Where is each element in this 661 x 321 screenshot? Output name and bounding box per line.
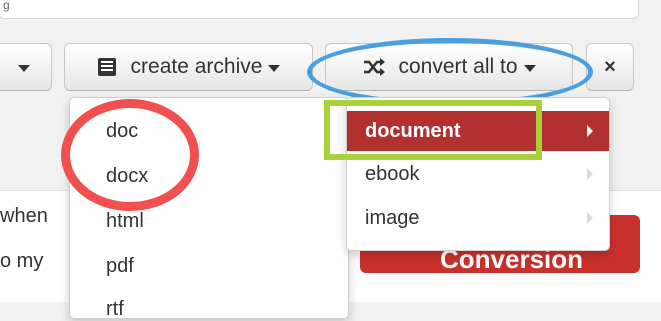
left-dropdown-button[interactable]: [0, 43, 52, 91]
top-input-text: g: [3, 0, 11, 12]
archive-icon: [97, 58, 116, 76]
format-item-rtf[interactable]: rtf: [106, 298, 124, 321]
side-text-line-2: o my: [0, 250, 44, 272]
close-icon: ×: [604, 55, 616, 78]
format-item-html[interactable]: html: [106, 210, 144, 233]
top-input-area[interactable]: g: [0, 0, 639, 19]
chevron-down-icon: [268, 64, 281, 72]
format-item-pdf[interactable]: pdf: [106, 255, 134, 278]
highlight-ellipse-blue: [307, 38, 593, 106]
category-item-label: ebook: [365, 162, 420, 185]
chevron-right-icon: [587, 212, 593, 224]
highlight-box-green: [324, 100, 542, 160]
category-item-ebook[interactable]: ebook: [347, 154, 609, 194]
chevron-right-icon: [587, 125, 593, 137]
category-item-image[interactable]: image: [347, 198, 609, 238]
create-archive-button[interactable]: create archive: [64, 43, 313, 91]
close-button[interactable]: ×: [586, 43, 634, 91]
create-archive-label: create archive: [130, 55, 263, 78]
chevron-down-icon: [18, 64, 30, 72]
highlight-circle-red: [61, 99, 199, 211]
chevron-right-icon: [587, 168, 593, 180]
toolbar: create archive convert all to ×: [0, 35, 661, 106]
category-item-label: image: [365, 206, 420, 229]
side-text-line-1: when: [0, 205, 48, 227]
